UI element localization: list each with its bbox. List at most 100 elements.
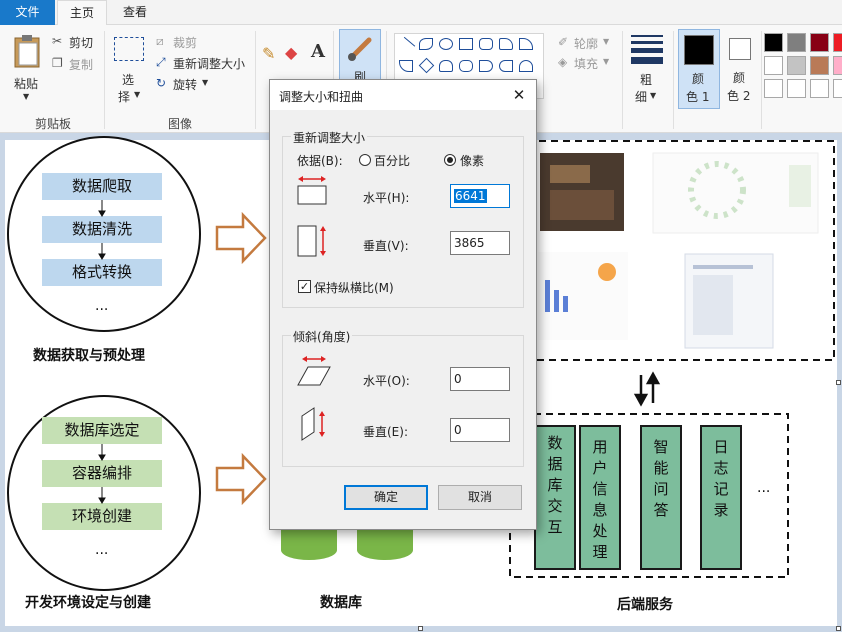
resize-label: 重新调整大小	[173, 57, 246, 71]
size-label-line1: 粗	[640, 73, 653, 87]
shape-diamond-icon[interactable]	[418, 57, 435, 74]
screenshot-thumbnail-3	[538, 252, 628, 340]
palette-swatch[interactable]	[787, 33, 806, 52]
outline-button[interactable]: ✐ 轮廓 ▼	[558, 35, 618, 53]
skew-vertical-input[interactable]: 0	[450, 418, 510, 442]
database-caption: 数据库	[320, 595, 362, 611]
shape-hexagon-icon[interactable]	[459, 60, 473, 72]
hollow-arrow-right-icon	[215, 452, 267, 506]
skew-horizontal-input[interactable]: 0	[450, 367, 510, 391]
palette-swatch[interactable]	[764, 33, 783, 52]
skew-horizontal-label: 水平(O):	[363, 374, 410, 388]
palette-swatch[interactable]	[787, 79, 806, 98]
color1-label-line2: 色 1	[686, 90, 710, 104]
radio-percent[interactable]	[359, 154, 371, 166]
crop-button[interactable]: ⧄ 裁剪	[156, 34, 216, 52]
clipboard-icon	[14, 35, 40, 68]
close-icon[interactable]: ✕	[508, 84, 530, 106]
horizontal-input-value: 6641	[454, 189, 487, 203]
dialog-title-bar[interactable]: 调整大小和扭曲 ✕	[270, 80, 536, 110]
text-tool-icon[interactable]: A	[311, 41, 325, 62]
resize-skew-dialog: 调整大小和扭曲 ✕ 重新调整大小 依据(B): 百分比 像素 水平(H): 66…	[269, 79, 537, 530]
select-label-line1: 选	[122, 73, 135, 87]
rotate-label: 旋转	[173, 78, 198, 92]
shape-oval-icon[interactable]	[439, 38, 453, 50]
ribbon-tab-bar: 文件 主页 查看	[0, 0, 842, 26]
palette-swatch[interactable]	[764, 79, 783, 98]
shape-curve-icon[interactable]	[419, 38, 433, 50]
shape-arrow-left-icon[interactable]	[499, 60, 513, 72]
radio-pixels-label[interactable]: 像素	[460, 152, 484, 169]
resize-button[interactable]: ⤢ 重新调整大小	[156, 55, 252, 73]
separator	[104, 31, 105, 129]
shape-rectangle-icon[interactable]	[459, 38, 473, 50]
canvas-resize-handle[interactable]	[418, 626, 423, 631]
palette-swatch[interactable]	[810, 56, 829, 75]
color2-label-line2: 色 2	[727, 89, 751, 103]
copy-label: 复制	[69, 58, 94, 72]
separator	[622, 31, 623, 129]
backend-module-char: 处	[592, 522, 608, 540]
chevron-down-icon: ▼	[603, 57, 610, 66]
color2-button[interactable]: 颜 色 2	[723, 29, 759, 109]
backend-module-char: 数	[547, 434, 563, 452]
outline-icon: ✐	[558, 35, 569, 49]
shape-triangle-icon[interactable]	[519, 38, 533, 50]
tab-file[interactable]: 文件	[0, 0, 55, 25]
canvas-resize-handle[interactable]	[836, 380, 841, 385]
palette-swatch[interactable]	[764, 56, 783, 75]
color1-label-line1: 颜	[692, 72, 705, 86]
cut-button[interactable]: ✂ 剪切	[52, 34, 100, 52]
keep-ratio-checkbox[interactable]: ✓	[298, 280, 311, 293]
palette-swatch[interactable]	[787, 56, 806, 75]
radio-pixels[interactable]	[444, 154, 456, 166]
paste-button[interactable]: 粘贴 ▼	[8, 31, 46, 109]
backend-caption: 后端服务	[617, 597, 673, 613]
copy-icon: ❐	[52, 56, 63, 70]
horizontal-input[interactable]: 6641	[450, 184, 510, 208]
select-button[interactable]: 选 择 ▼	[112, 35, 148, 105]
shape-rounded-rect-icon[interactable]	[479, 38, 493, 50]
color2-label-line1: 颜	[733, 71, 746, 85]
palette-swatch[interactable]	[810, 79, 829, 98]
separator	[673, 31, 674, 129]
vertical-input[interactable]: 3865	[450, 231, 510, 255]
shape-line-icon[interactable]	[396, 36, 416, 56]
fill-button[interactable]: ◈ 填充 ▼	[558, 55, 618, 73]
keep-ratio-label[interactable]: 保持纵横比(M)	[314, 279, 394, 296]
basis-label: 依据(B):	[297, 154, 343, 168]
backend-module: 数据库交互	[534, 425, 576, 570]
shape-arrow-up-icon[interactable]	[519, 60, 533, 72]
ok-button[interactable]: 确定	[344, 485, 428, 510]
backend-module-char: 问	[653, 480, 669, 498]
size-button[interactable]: 粗 细 ▼	[628, 31, 668, 109]
tab-view[interactable]: 查看	[110, 0, 160, 25]
fill-bucket-icon[interactable]: ◆	[285, 43, 297, 62]
cut-label: 剪切	[69, 36, 94, 50]
tab-home[interactable]: 主页	[57, 0, 107, 26]
horizontal-label: 水平(H):	[363, 191, 410, 205]
rotate-button[interactable]: ↻ 旋转 ▼	[156, 76, 216, 94]
palette-swatch[interactable]	[833, 33, 842, 52]
rotate-icon: ↻	[156, 76, 167, 90]
shape-polygon-icon[interactable]	[499, 38, 513, 50]
color1-swatch	[684, 35, 714, 65]
vertical-skew-icon	[301, 407, 325, 441]
backend-module-char: 能	[653, 459, 669, 477]
select-label-line2: 择	[118, 90, 131, 104]
arrow-down-icon	[98, 497, 106, 504]
pencil-icon[interactable]: ✎	[262, 44, 275, 63]
palette-swatch[interactable]	[833, 79, 842, 98]
cancel-button[interactable]: 取消	[438, 485, 522, 510]
shape-pentagon-icon[interactable]	[439, 60, 453, 72]
shape-arrow-right-icon[interactable]	[479, 60, 493, 72]
color1-button[interactable]: 颜 色 1	[678, 29, 720, 109]
shape-right-triangle-icon[interactable]	[399, 60, 413, 72]
palette-swatch[interactable]	[833, 56, 842, 75]
arrow-down-icon	[98, 253, 106, 260]
copy-button[interactable]: ❐ 复制	[52, 56, 100, 74]
radio-percent-label[interactable]: 百分比	[374, 152, 410, 169]
canvas-resize-handle[interactable]	[836, 626, 841, 631]
arrow-up-icon	[645, 371, 661, 385]
palette-swatch[interactable]	[810, 33, 829, 52]
